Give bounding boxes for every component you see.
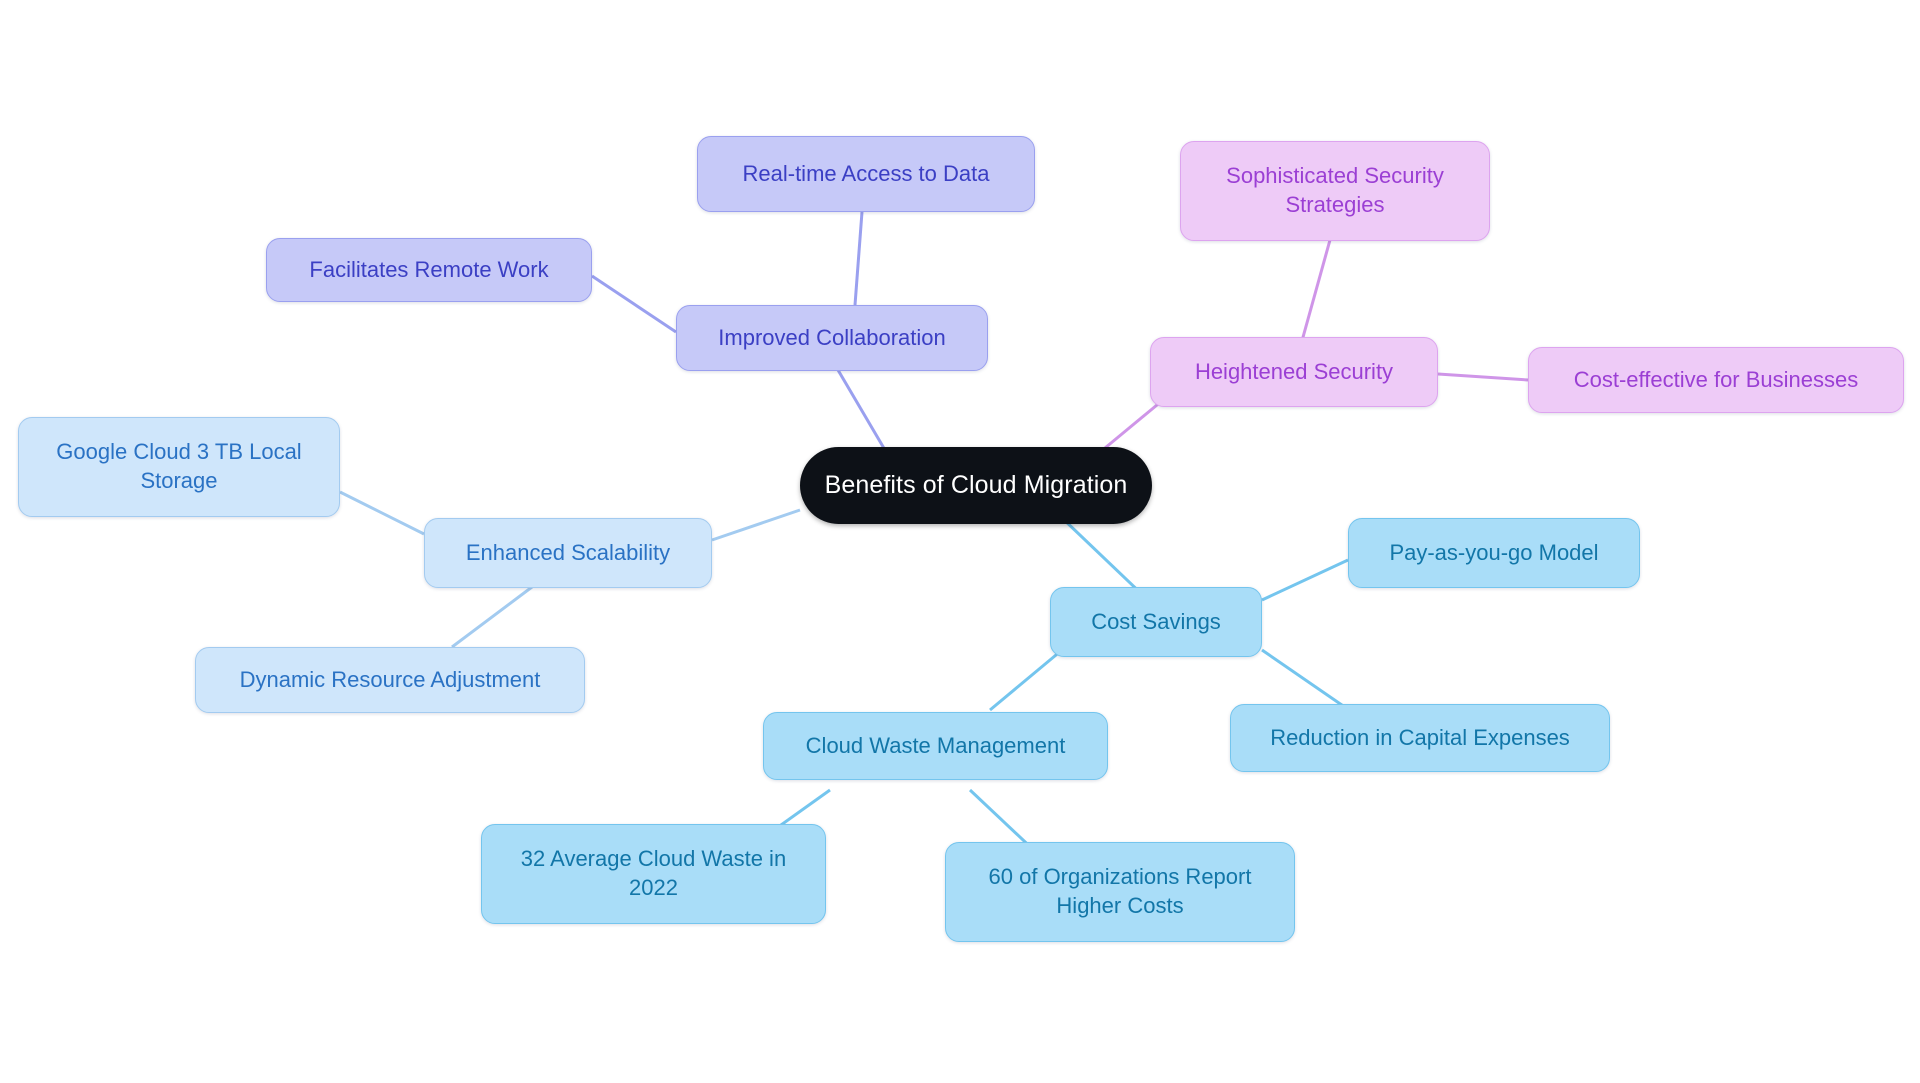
edge-improved-collaboration-to-real-time-access [853,211,864,306]
node-facilitates-remote-work[interactable]: Facilitates Remote Work [266,238,592,302]
node-pay-as-you-go[interactable]: Pay-as-you-go Model [1348,518,1640,588]
edge-enhanced-scalability-to-google-cloud-storage [339,490,425,536]
node-heightened-security[interactable]: Heightened Security [1150,337,1438,407]
node-enhanced-scalability[interactable]: Enhanced Scalability [424,518,712,588]
node-google-cloud-storage[interactable]: Google Cloud 3 TB Local Storage [18,417,340,517]
node-improved-collaboration[interactable]: Improved Collaboration [676,305,988,371]
node-enhanced-scalability-label: Enhanced Scalability [465,539,671,565]
node-cost-effective-for-businesses[interactable]: Cost-effective for Businesses [1528,347,1904,413]
node-root[interactable]: Benefits of Cloud Migration [800,447,1152,524]
node-heightened-security-label: Heightened Security [1194,358,1394,384]
node-average-cloud-waste[interactable]: 32 Average Cloud Waste in 2022 [481,824,826,924]
edge-cost-savings-to-reduction-capital-expenses [1261,648,1353,714]
node-google-cloud-storage-label: Google Cloud 3 TB Local Storage [56,439,302,493]
edge-cost-savings-to-pay-as-you-go [1261,558,1349,602]
node-sophisticated-security-strategies[interactable]: Sophisticated Security Strategies [1180,141,1490,241]
node-dynamic-resource-adjustment-label: Dynamic Resource Adjustment [239,666,541,692]
edge-improved-collaboration-to-facilitates-remote-work [591,274,677,334]
edge-enhanced-scalability-to-dynamic-resource [451,585,533,649]
node-cloud-waste-management-label: Cloud Waste Management [805,732,1066,758]
node-cost-effective-for-businesses-label: Cost-effective for Businesses [1573,366,1859,392]
edge-cost-savings-to-cloud-waste-management [989,648,1063,712]
node-organizations-higher-costs-label: 60 of Organizations Report Higher Costs [988,864,1252,918]
edge-root-to-improved-collaboration [836,369,887,451]
node-reduction-capital-expenses[interactable]: Reduction in Capital Expenses [1230,704,1610,772]
node-organizations-higher-costs[interactable]: 60 of Organizations Report Higher Costs [945,842,1295,942]
node-reduction-capital-expenses-label: Reduction in Capital Expenses [1270,724,1570,750]
node-improved-collaboration-label: Improved Collaboration [718,324,946,350]
node-sophisticated-security-strategies-label: Sophisticated Security Strategies [1226,163,1444,217]
node-pay-as-you-go-label: Pay-as-you-go Model [1389,539,1599,565]
node-cloud-waste-management[interactable]: Cloud Waste Management [763,712,1108,780]
node-real-time-access-label: Real-time Access to Data [742,160,990,186]
node-root-label: Benefits of Cloud Migration [824,471,1128,500]
edge-root-to-enhanced-scalability [711,508,801,542]
node-dynamic-resource-adjustment[interactable]: Dynamic Resource Adjustment [195,647,585,713]
node-facilitates-remote-work-label: Facilitates Remote Work [309,256,549,282]
node-real-time-access[interactable]: Real-time Access to Data [697,136,1035,212]
edge-root-to-heightened-security [1104,398,1164,450]
node-cost-savings[interactable]: Cost Savings [1050,587,1262,657]
node-cost-savings-label: Cost Savings [1091,608,1221,634]
edge-heightened-security-to-sophisticated-strategies [1298,239,1332,349]
edge-heightened-security-to-cost-effective [1437,372,1529,382]
mindmap-canvas: Benefits of Cloud Migration Improved Col… [0,0,1920,1083]
node-average-cloud-waste-label: 32 Average Cloud Waste in 2022 [520,846,787,900]
